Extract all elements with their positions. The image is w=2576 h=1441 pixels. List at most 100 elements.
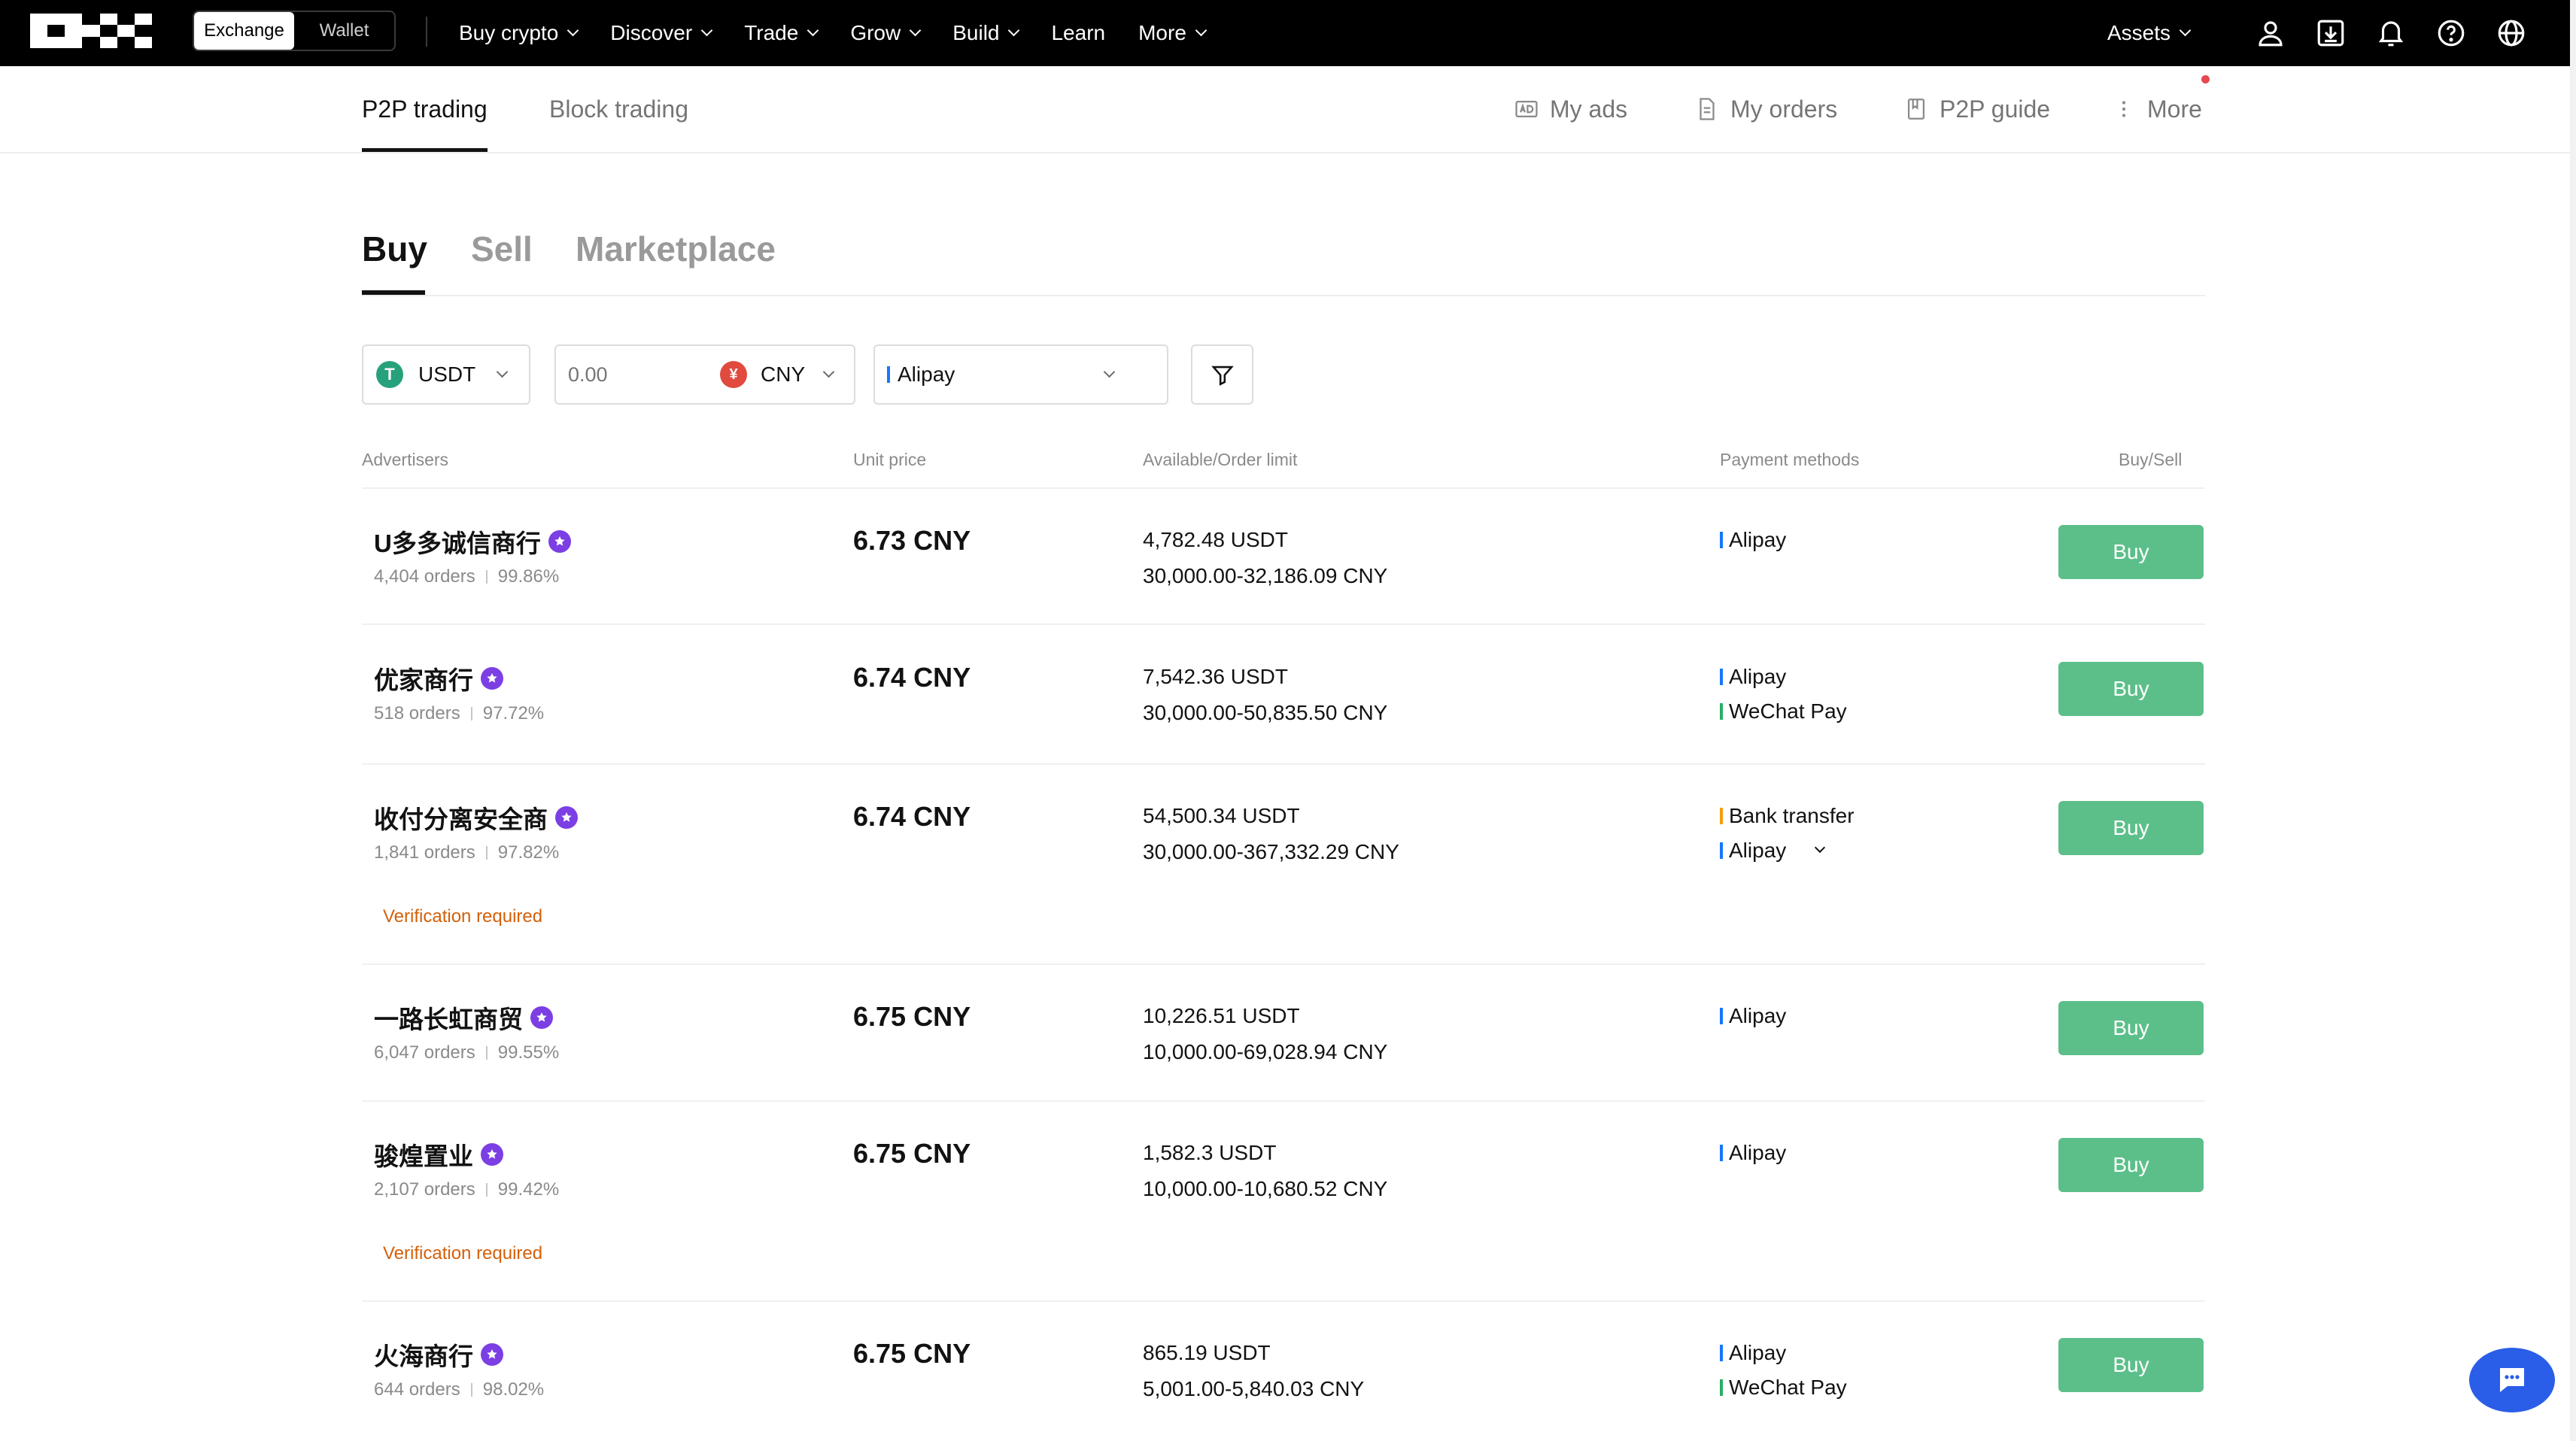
filter-button[interactable] xyxy=(1191,344,1253,405)
nav-item-label: Build xyxy=(952,21,1000,44)
completion-rate: 99.42% xyxy=(497,1179,560,1200)
nav-item-trade[interactable]: Trade xyxy=(744,21,819,45)
nav-item-buy-crypto[interactable]: Buy crypto xyxy=(459,21,579,45)
unit-price: 6.75 CNY xyxy=(853,1338,971,1369)
row-divider xyxy=(362,1300,2205,1302)
advertiser-stats: 1,841 orders 97.82% xyxy=(374,842,559,863)
assets-menu[interactable]: Assets xyxy=(2107,21,2192,45)
payment-method-item: Alipay xyxy=(1720,528,1786,552)
nav-right-tools: Assets xyxy=(2107,0,2528,66)
my-ads-label: My ads xyxy=(1550,95,1628,123)
tab-marketplace[interactable]: Marketplace xyxy=(576,229,776,269)
verified-badge-icon xyxy=(548,530,571,553)
chevron-down-icon[interactable] xyxy=(1815,842,1826,854)
wallet-toggle[interactable]: Wallet xyxy=(294,12,394,50)
tab-label: Block trading xyxy=(549,95,688,123)
payment-method-label: Alipay xyxy=(1729,1004,1787,1027)
nav-item-learn[interactable]: Learn xyxy=(1051,21,1105,45)
advertiser-stats: 4,404 orders 99.86% xyxy=(374,566,559,587)
chevron-down-icon[interactable] xyxy=(822,366,835,378)
unit-price: 6.74 CNY xyxy=(853,662,971,693)
coin-select[interactable]: T USDT xyxy=(362,344,530,405)
order-limit: 10,000.00-10,680.52 CNY xyxy=(1143,1177,1388,1200)
advertiser-name[interactable]: 一路长虹商贸 xyxy=(374,1000,553,1036)
payment-method-label: WeChat Pay xyxy=(1729,1376,1847,1399)
nav-item-more[interactable]: More xyxy=(1138,21,1208,45)
available-amount: 4,782.48 USDT xyxy=(1143,528,1288,551)
verified-badge-icon xyxy=(555,806,578,829)
order-count: 4,404 orders xyxy=(374,566,475,587)
download-icon[interactable] xyxy=(2314,17,2347,50)
help-icon[interactable] xyxy=(2435,17,2468,50)
buy-button[interactable]: Buy xyxy=(2058,525,2204,579)
order-limit: 30,000.00-50,835.50 CNY xyxy=(1143,701,1388,724)
payment-method-select[interactable]: Alipay xyxy=(873,344,1168,405)
top-navigation-bar: Exchange Wallet Buy crypto Discover Trad… xyxy=(0,0,2570,66)
advertiser-stats: 6,047 orders 99.55% xyxy=(374,1042,559,1063)
p2p-subnav: P2P trading Block trading My ads My orde… xyxy=(0,66,2570,153)
tab-block-trading[interactable]: Block trading xyxy=(549,66,688,152)
column-header-unit-price: Unit price xyxy=(853,450,927,469)
amount-input[interactable] xyxy=(568,363,711,387)
ad-icon xyxy=(1515,100,1538,118)
unit-price: 6.75 CNY xyxy=(853,1138,971,1169)
my-ads-link[interactable]: My ads xyxy=(1514,66,1627,152)
buy-button[interactable]: Buy xyxy=(2058,801,2204,855)
advertiser-name[interactable]: 收付分离安全商 xyxy=(374,799,578,836)
available-amount: 10,226.51 USDT xyxy=(1143,1004,1300,1027)
payment-method-item: Alipay xyxy=(1720,1141,1786,1165)
bell-icon[interactable] xyxy=(2374,17,2407,50)
exchange-wallet-switch: Exchange Wallet xyxy=(193,11,396,51)
nav-divider xyxy=(426,17,427,47)
advertiser-name[interactable]: 优家商行 xyxy=(374,660,503,696)
advertiser-name[interactable]: U多多诚信商行 xyxy=(374,523,571,560)
tab-sell[interactable]: Sell xyxy=(471,229,533,269)
filter-icon xyxy=(1211,366,1234,386)
order-limit: 5,001.00-5,840.03 CNY xyxy=(1143,1377,1365,1400)
advertiser-name-text: 火海商行 xyxy=(374,1342,473,1370)
order-limit: 10,000.00-69,028.94 CNY xyxy=(1143,1040,1388,1063)
support-chat-button[interactable] xyxy=(2469,1348,2555,1412)
advertiser-name[interactable]: 骏煌置业 xyxy=(374,1136,503,1173)
my-orders-label: My orders xyxy=(1730,95,1838,123)
globe-icon[interactable] xyxy=(2495,17,2528,50)
payment-method-label: Alipay xyxy=(1729,528,1787,551)
tab-p2p-trading[interactable]: P2P trading xyxy=(362,66,488,152)
buy-button[interactable]: Buy xyxy=(2058,1138,2204,1192)
chevron-down-icon xyxy=(700,24,713,36)
payment-method-label: Bank transfer xyxy=(1729,804,1855,827)
verified-badge-icon xyxy=(530,1006,553,1029)
exchange-toggle[interactable]: Exchange xyxy=(194,12,294,50)
chevron-down-icon xyxy=(1103,366,1116,378)
tab-buy[interactable]: Buy xyxy=(362,229,427,269)
unit-price: 6.75 CNY xyxy=(853,1001,971,1032)
order-limit: 30,000.00-32,186.09 CNY xyxy=(1143,564,1388,587)
buy-button[interactable]: Buy xyxy=(2058,1001,2204,1055)
payment-method-item: WeChat Pay xyxy=(1720,699,1847,724)
more-menu[interactable]: More xyxy=(2111,66,2202,152)
advertiser-name-text: 骏煌置业 xyxy=(374,1142,473,1170)
buy-button[interactable]: Buy xyxy=(2058,662,2204,716)
advertiser-name[interactable]: 火海商行 xyxy=(374,1336,503,1373)
page-scrollbar[interactable] xyxy=(2570,0,2576,1441)
chevron-down-icon xyxy=(909,24,922,36)
nav-item-build[interactable]: Build xyxy=(952,21,1020,45)
buy-button[interactable]: Buy xyxy=(2058,1338,2204,1392)
currency-select-value[interactable]: CNY xyxy=(761,363,805,387)
okx-logo[interactable] xyxy=(30,14,152,48)
nav-item-discover[interactable]: Discover xyxy=(610,21,713,45)
my-orders-link[interactable]: My orders xyxy=(1694,66,1837,152)
advertiser-stats: 518 orders 97.72% xyxy=(374,703,544,724)
nav-item-label: Discover xyxy=(610,21,693,44)
row-divider xyxy=(362,763,2205,765)
order-count: 644 orders xyxy=(374,1379,460,1400)
nav-item-grow[interactable]: Grow xyxy=(850,21,922,45)
user-icon[interactable] xyxy=(2254,17,2287,50)
completion-rate: 99.86% xyxy=(497,566,560,587)
row-divider xyxy=(362,963,2205,965)
payment-method-item[interactable]: Alipay xyxy=(1720,839,1826,863)
alipay-marker xyxy=(887,366,890,383)
p2p-guide-link[interactable]: P2P guide xyxy=(1903,66,2050,152)
chevron-down-icon xyxy=(567,24,579,36)
verified-badge-icon xyxy=(481,1143,503,1166)
